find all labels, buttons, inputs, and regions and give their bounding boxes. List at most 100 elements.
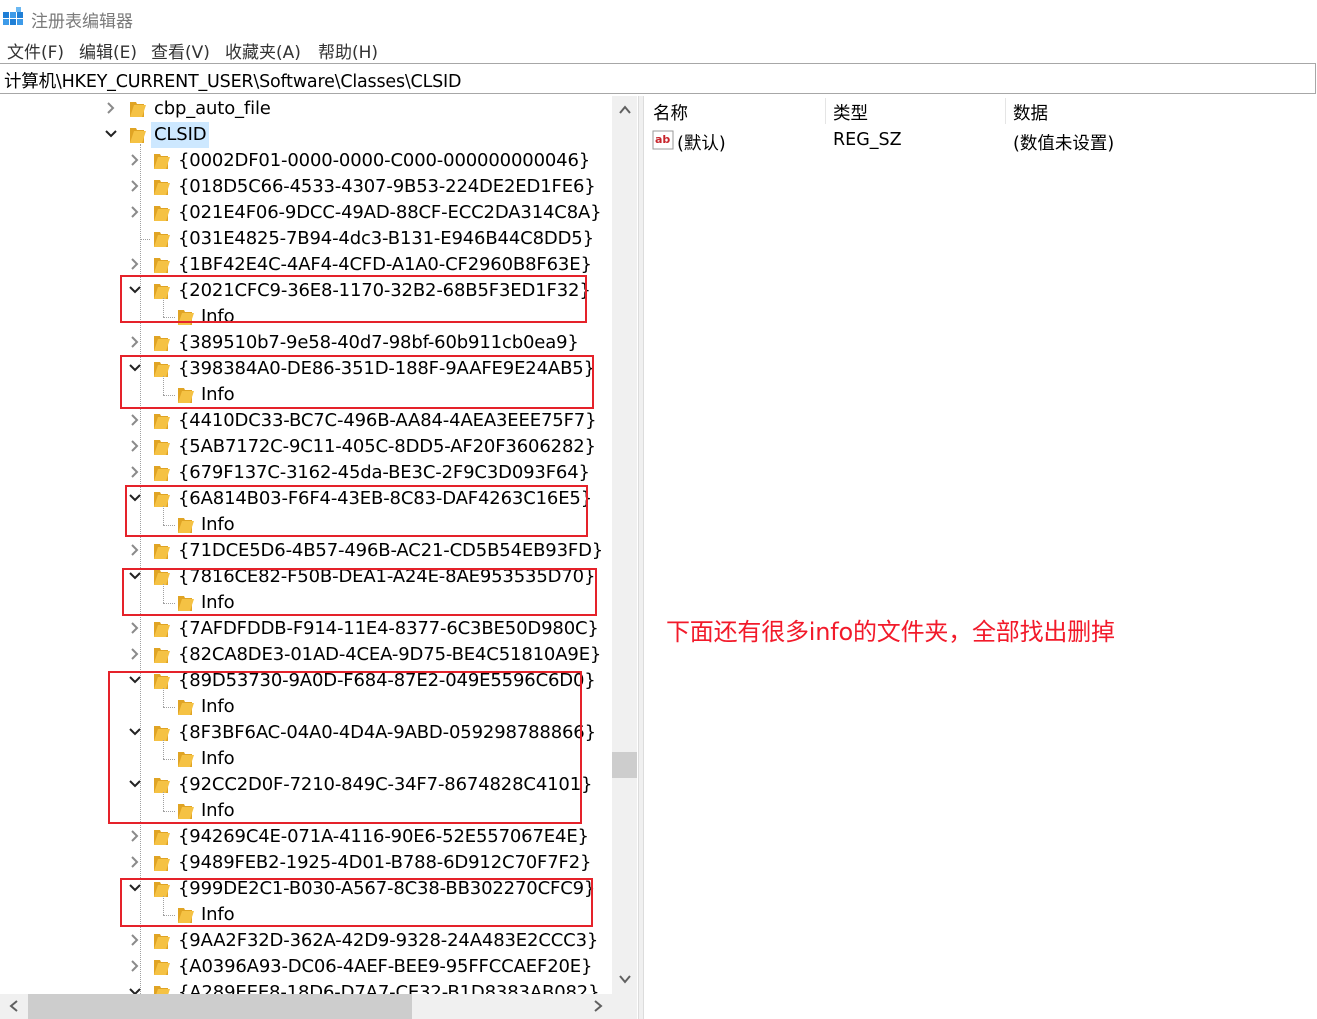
- tree-item[interactable]: {999DE2C1-B030-A567-8C38-BB302270CFC9}: [0, 876, 612, 902]
- tree-item-info[interactable]: Info: [0, 298, 612, 330]
- tree-item[interactable]: CLSID: [0, 122, 612, 148]
- tree-item[interactable]: {4410DC33-BC7C-496B-AA84-4AEA3EEE75F7}: [0, 408, 612, 434]
- tree-item[interactable]: {021E4F06-9DCC-49AD-88CF-ECC2DA314C8A}: [0, 200, 612, 226]
- chevron-right-icon[interactable]: [128, 438, 142, 454]
- tree-item-label[interactable]: Info: [201, 902, 235, 928]
- tree-vertical-scrollbar[interactable]: [612, 96, 637, 994]
- tree-item-label[interactable]: {031E4825-7B94-4dc3-B131-E946B44C8DD5}: [178, 226, 594, 252]
- tree-item-label[interactable]: {89D53730-9A0D-F684-87E2-049E5596C6D0}: [178, 668, 596, 694]
- tree-item-label[interactable]: {021E4F06-9DCC-49AD-88CF-ECC2DA314C8A}: [178, 200, 602, 226]
- tree-item[interactable]: {7AFDFDDB-F914-11E4-8377-6C3BE50D980C}: [0, 616, 612, 642]
- chevron-right-icon[interactable]: [128, 464, 142, 480]
- tree-item-label[interactable]: {7AFDFDDB-F914-11E4-8377-6C3BE50D980C}: [178, 616, 599, 642]
- address-path[interactable]: 计算机\HKEY_CURRENT_USER\Software\Classes\C…: [4, 68, 461, 93]
- tree-item-label[interactable]: {018D5C66-4533-4307-9B53-224DE2ED1FE6}: [178, 174, 596, 200]
- tree-item[interactable]: {94269C4E-071A-4116-90E6-52E557067E4E}: [0, 824, 612, 850]
- chevron-right-icon[interactable]: [128, 152, 142, 168]
- menu-favorites[interactable]: 收藏夹(A): [225, 38, 301, 63]
- tree-item[interactable]: {6A814B03-F6F4-43EB-8C83-DAF4263C16E5}: [0, 486, 612, 512]
- tree-item-label[interactable]: {94269C4E-071A-4116-90E6-52E557067E4E}: [178, 824, 589, 850]
- chevron-right-icon[interactable]: [128, 854, 142, 870]
- chevron-right-icon[interactable]: [128, 620, 142, 636]
- tree-item-label[interactable]: Info: [201, 746, 235, 772]
- chevron-down-icon[interactable]: [128, 776, 142, 792]
- tree-horizontal-scroll-thumb[interactable]: [28, 994, 412, 1019]
- column-divider[interactable]: [1005, 98, 1006, 124]
- chevron-right-icon[interactable]: [128, 958, 142, 974]
- tree-item[interactable]: {A0396A93-DC06-4AEF-BEE9-95FFCCAEF20E}: [0, 954, 612, 980]
- column-divider[interactable]: [825, 98, 826, 124]
- tree-item[interactable]: {71DCE5D6-4B57-496B-AC21-CD5B54EB93FD}: [0, 538, 612, 564]
- tree-item-label[interactable]: {71DCE5D6-4B57-496B-AC21-CD5B54EB93FD}: [178, 538, 603, 564]
- tree-item[interactable]: {018D5C66-4533-4307-9B53-224DE2ED1FE6}: [0, 174, 612, 200]
- tree-item-label[interactable]: cbp_auto_file: [154, 96, 271, 122]
- chevron-right-icon[interactable]: [128, 178, 142, 194]
- menu-file[interactable]: 文件(F): [7, 38, 64, 63]
- column-name-header[interactable]: 名称: [653, 100, 688, 125]
- chevron-right-icon[interactable]: [128, 334, 142, 350]
- pane-splitter[interactable]: [638, 96, 644, 1019]
- chevron-right-icon[interactable]: [128, 412, 142, 428]
- scroll-up-icon[interactable]: [618, 103, 632, 117]
- column-type-header[interactable]: 类型: [833, 100, 868, 125]
- tree-item[interactable]: {031E4825-7B94-4dc3-B131-E946B44C8DD5}: [0, 226, 612, 252]
- tree-vertical-scroll-thumb[interactable]: [612, 752, 637, 778]
- tree-item-label[interactable]: {4410DC33-BC7C-496B-AA84-4AEA3EEE75F7}: [178, 408, 597, 434]
- tree-item-label[interactable]: {8F3BF6AC-04A0-4D4A-9ABD-059298788866}: [178, 720, 596, 746]
- tree-item-label[interactable]: Info: [201, 590, 235, 616]
- key-tree[interactable]: cbp_auto_file CLSID {0002DF01-0000-0000-C0…: [0, 96, 637, 1019]
- chevron-down-icon[interactable]: [128, 672, 142, 688]
- address-bar[interactable]: 计算机\HKEY_CURRENT_USER\Software\Classes\C…: [0, 63, 1316, 94]
- tree-item-info[interactable]: Info: [0, 688, 612, 720]
- scroll-right-icon[interactable]: [591, 999, 605, 1013]
- value-data[interactable]: (数值未设置): [1013, 130, 1114, 155]
- tree-item[interactable]: cbp_auto_file: [0, 96, 612, 122]
- tree-item[interactable]: {89D53730-9A0D-F684-87E2-049E5596C6D0}: [0, 668, 612, 694]
- chevron-right-icon[interactable]: [128, 542, 142, 558]
- tree-item-label[interactable]: {398384A0-DE86-351D-188F-9AAFE9E24AB5}: [178, 356, 595, 382]
- tree-item-label[interactable]: {1BF42E4C-4AF4-4CFD-A1A0-CF2960B8F63E}: [178, 252, 592, 278]
- tree-item[interactable]: {1BF42E4C-4AF4-4CFD-A1A0-CF2960B8F63E}: [0, 252, 612, 278]
- chevron-down-icon[interactable]: [128, 490, 142, 506]
- tree-item[interactable]: {2021CFC9-36E8-1170-32B2-68B5F3ED1F32}: [0, 278, 612, 304]
- tree-item-label[interactable]: Info: [201, 512, 235, 538]
- chevron-right-icon[interactable]: [128, 932, 142, 948]
- tree-item-label[interactable]: {389510b7-9e58-40d7-98bf-60b911cb0ea9}: [178, 330, 579, 356]
- tree-item[interactable]: {679F137C-3162-45da-BE3C-2F9C3D093F64}: [0, 460, 612, 486]
- tree-item-label[interactable]: {2021CFC9-36E8-1170-32B2-68B5F3ED1F32}: [178, 278, 591, 304]
- tree-item[interactable]: {8F3BF6AC-04A0-4D4A-9ABD-059298788866}: [0, 720, 612, 746]
- menu-edit[interactable]: 编辑(E): [79, 38, 137, 63]
- chevron-right-icon[interactable]: [128, 646, 142, 662]
- tree-item[interactable]: {389510b7-9e58-40d7-98bf-60b911cb0ea9}: [0, 330, 612, 356]
- tree-item-label[interactable]: {5AB7172C-9C11-405C-8DD5-AF20F3606282}: [178, 434, 596, 460]
- chevron-down-icon[interactable]: [128, 568, 142, 584]
- menu-view[interactable]: 查看(V): [151, 38, 210, 63]
- tree-item-label[interactable]: {9AA2F32D-362A-42D9-9328-24A483E2CCC3}: [178, 928, 598, 954]
- chevron-right-icon[interactable]: [128, 828, 142, 844]
- tree-item-label[interactable]: {82CA8DE3-01AD-4CEA-9D75-BE4C51810A9E}: [178, 642, 601, 668]
- value-name[interactable]: (默认): [677, 130, 726, 155]
- menu-help[interactable]: 帮助(H): [318, 38, 378, 63]
- chevron-down-icon[interactable]: [128, 282, 142, 298]
- tree-item-label[interactable]: {6A814B03-F6F4-43EB-8C83-DAF4263C16E5}: [178, 486, 592, 512]
- tree-item-label[interactable]: Info: [201, 382, 235, 408]
- scroll-down-icon[interactable]: [618, 972, 632, 986]
- tree-item-info[interactable]: Info: [0, 740, 612, 772]
- tree-item-label[interactable]: {7816CE82-F50B-DEA1-A24E-8AE953535D70}: [178, 564, 595, 590]
- tree-item-label[interactable]: {999DE2C1-B030-A567-8C38-BB302270CFC9}: [178, 876, 595, 902]
- tree-item[interactable]: {0002DF01-0000-0000-C000-000000000046}: [0, 148, 612, 174]
- tree-item-label[interactable]: Info: [201, 304, 235, 330]
- scroll-left-icon[interactable]: [7, 999, 21, 1013]
- tree-item[interactable]: {82CA8DE3-01AD-4CEA-9D75-BE4C51810A9E}: [0, 642, 612, 668]
- tree-item-info[interactable]: Info: [0, 376, 612, 408]
- tree-item-label[interactable]: {9489FEB2-1925-4D01-B788-6D912C70F7F2}: [178, 850, 592, 876]
- tree-item[interactable]: {92CC2D0F-7210-849C-34F7-8674828C4101}: [0, 772, 612, 798]
- chevron-down-icon[interactable]: [128, 724, 142, 740]
- value-type[interactable]: REG_SZ: [833, 130, 902, 150]
- chevron-right-icon[interactable]: [104, 100, 118, 116]
- tree-item-info[interactable]: Info: [0, 506, 612, 538]
- tree-item[interactable]: {398384A0-DE86-351D-188F-9AAFE9E24AB5}: [0, 356, 612, 382]
- tree-item-label[interactable]: Info: [201, 798, 235, 824]
- tree-item[interactable]: {9AA2F32D-362A-42D9-9328-24A483E2CCC3}: [0, 928, 612, 954]
- tree-item-label[interactable]: CLSID: [151, 122, 210, 148]
